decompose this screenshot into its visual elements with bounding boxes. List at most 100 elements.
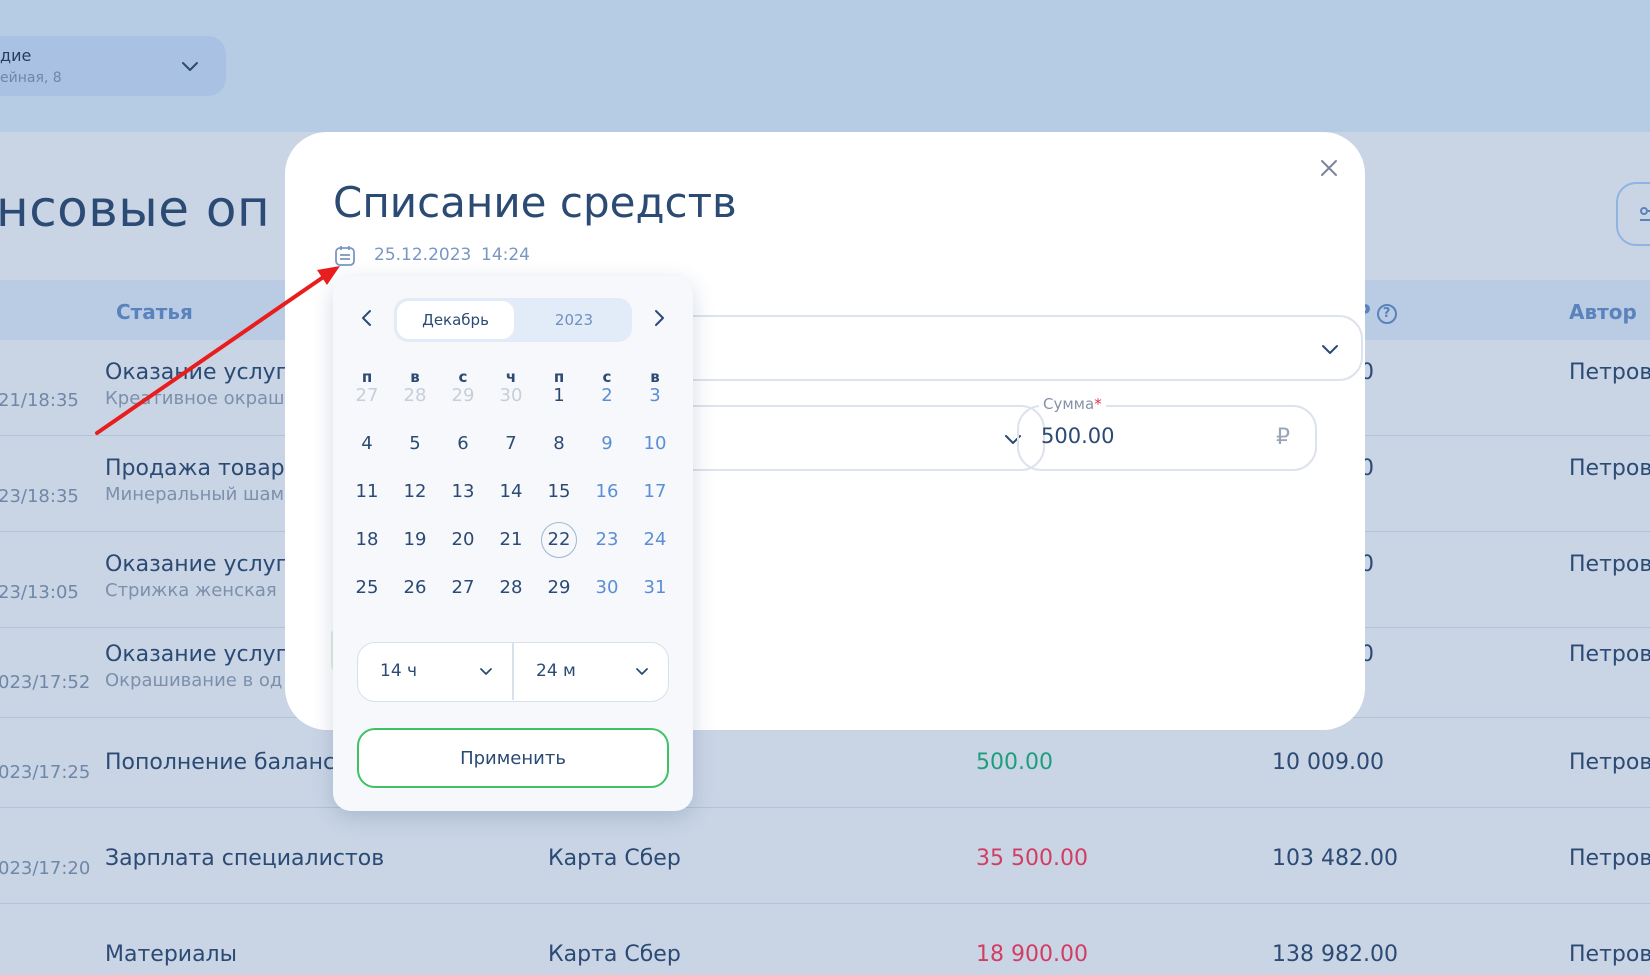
row-author: Петрова: [1569, 456, 1650, 481]
row-date: 023/17:52: [0, 672, 91, 693]
row-date: 023/17:20: [0, 858, 91, 879]
page-title: нсовые оп: [0, 180, 271, 238]
row-balance: 103 482.00: [1272, 846, 1398, 871]
calendar-day[interactable]: 5: [395, 426, 435, 462]
row-amount: 18 900.00: [976, 942, 1088, 967]
chevron-down-icon: [182, 62, 198, 71]
minute-select[interactable]: 24 м: [536, 661, 576, 681]
calendar-day[interactable]: 19: [395, 522, 435, 558]
time-selector: 14 ч 24 м: [357, 642, 669, 702]
row-title: Зарплата специалистов: [105, 846, 385, 871]
month-year-toggle: Декабрь 2023: [394, 298, 632, 342]
month-tab[interactable]: Декабрь: [397, 301, 514, 339]
close-icon[interactable]: [1315, 154, 1343, 182]
calendar-day[interactable]: 23: [587, 522, 627, 558]
year-tab[interactable]: 2023: [524, 301, 624, 339]
chevron-down-icon: [636, 668, 648, 675]
calendar-day[interactable]: 1: [539, 378, 579, 414]
calendar-day-today[interactable]: 22: [541, 522, 577, 558]
operation-date[interactable]: 25.12.2023: [374, 245, 471, 265]
calendar-day[interactable]: 25: [347, 570, 387, 606]
row-balance: 138 982.00: [1272, 942, 1398, 967]
calendar-day[interactable]: 29: [539, 570, 579, 606]
row-amount: 35 500.00: [976, 846, 1088, 871]
row-subtitle: Креативное окраш: [105, 388, 285, 409]
salon-selector[interactable]: дие ейная, 8: [0, 36, 226, 96]
calendar-day[interactable]: 12: [395, 474, 435, 510]
calendar-day[interactable]: 13: [443, 474, 483, 510]
calendar-day[interactable]: 7: [491, 426, 531, 462]
calendar-day[interactable]: 4: [347, 426, 387, 462]
amount-field[interactable]: Сумма* ₽: [1017, 395, 1317, 471]
currency-symbol: ₽: [1276, 425, 1290, 450]
row-balance: 10 009.00: [1272, 750, 1384, 775]
calendar-day[interactable]: 31: [635, 570, 675, 606]
row-author: Петрова: [1569, 642, 1650, 667]
calendar-day[interactable]: 8: [539, 426, 579, 462]
calendar-day[interactable]: 10: [635, 426, 675, 462]
salon-name: дие: [0, 46, 32, 65]
hour-select[interactable]: 14 ч: [380, 661, 417, 681]
filter-icon: [1640, 207, 1650, 221]
row-subtitle: Стрижка женская: [105, 580, 277, 601]
row-title: Продажа товаро: [105, 456, 299, 481]
row-amount: 500.00: [976, 750, 1053, 775]
chevron-right-icon[interactable]: [647, 306, 671, 330]
chevron-down-icon: [1322, 345, 1338, 354]
calendar-day[interactable]: 21: [491, 522, 531, 558]
row-title: Пополнение баланс: [105, 750, 336, 775]
calendar-day[interactable]: 29: [443, 378, 483, 414]
calendar-day[interactable]: 6: [443, 426, 483, 462]
row-title: Оказание услуг: [105, 552, 288, 577]
calendar-day[interactable]: 3: [635, 378, 675, 414]
calendar-day[interactable]: 17: [635, 474, 675, 510]
row-author: Петрова: [1569, 846, 1650, 871]
amount-label-text: Сумма: [1043, 395, 1095, 413]
calendar-day[interactable]: 24: [635, 522, 675, 558]
row-date: 023/17:25: [0, 762, 91, 783]
row-title: Оказание услуг: [105, 360, 288, 385]
apply-button[interactable]: Применить: [357, 728, 669, 788]
calendar-day[interactable]: 16: [587, 474, 627, 510]
chevron-left-icon[interactable]: [355, 306, 379, 330]
table-row[interactable]: 023/17:20 Зарплата специалистов Карта Сбер…: [0, 808, 1650, 904]
row-author: Петрова: [1569, 552, 1650, 577]
calendar-day[interactable]: 15: [539, 474, 579, 510]
row-date: 23/13:05: [0, 582, 79, 603]
row-title: Материалы: [105, 942, 237, 967]
operation-time[interactable]: 14:24: [481, 245, 530, 265]
row-subtitle: Окрашивание в од: [105, 670, 283, 691]
calendar-day[interactable]: 18: [347, 522, 387, 558]
calendar-day[interactable]: 14: [491, 474, 531, 510]
calendar-icon[interactable]: [333, 244, 357, 268]
calendar-day[interactable]: 28: [491, 570, 531, 606]
row-date: 21/18:35: [0, 390, 79, 411]
calendar-day[interactable]: 30: [587, 570, 627, 606]
calendar-day[interactable]: 28: [395, 378, 435, 414]
modal-title: Списание средств: [333, 178, 737, 227]
row-title: Оказание услуг: [105, 642, 288, 667]
row-account: Карта Сбер: [548, 942, 681, 967]
time-divider: [512, 643, 514, 700]
calendar-day[interactable]: 2: [587, 378, 627, 414]
row-subtitle: Минеральный шам: [105, 484, 285, 505]
calendar-day[interactable]: 30: [491, 378, 531, 414]
help-icon[interactable]: ?: [1376, 304, 1397, 324]
chevron-down-icon: [480, 668, 492, 675]
row-author: Петрова: [1569, 942, 1650, 967]
amount-input[interactable]: [1041, 424, 1241, 448]
filter-button[interactable]: [1616, 182, 1650, 246]
row-author: Петрова: [1569, 750, 1650, 775]
calendar-day[interactable]: 26: [395, 570, 435, 606]
top-bar: дие ейная, 8: [0, 0, 1650, 132]
column-header-article[interactable]: Статья: [116, 300, 193, 324]
calendar-day[interactable]: 20: [443, 522, 483, 558]
column-header-author[interactable]: Автор: [1569, 300, 1637, 324]
table-row[interactable]: Материалы Карта Сбер 18 900.00 138 982.00 Пе…: [0, 904, 1650, 975]
row-author: Петрова: [1569, 360, 1650, 385]
calendar-day[interactable]: 11: [347, 474, 387, 510]
calendar-day[interactable]: 9: [587, 426, 627, 462]
calendar-day[interactable]: 27: [443, 570, 483, 606]
salon-address: ейная, 8: [0, 70, 62, 86]
calendar-day[interactable]: 27: [347, 378, 387, 414]
